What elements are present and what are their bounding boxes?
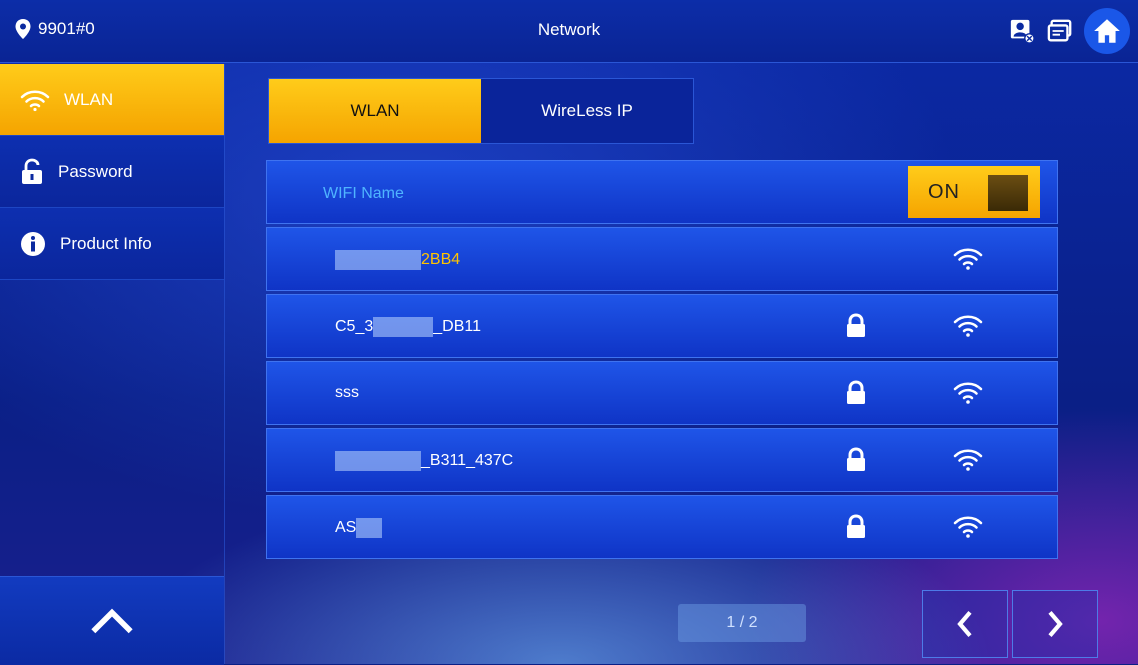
sidebar-item-wlan[interactable]: WLAN [0, 64, 224, 136]
unlock-icon [22, 158, 42, 184]
scroll-up-button[interactable] [0, 576, 224, 665]
wifi-network-row[interactable]: 2BB4 [266, 227, 1058, 291]
network-name: AS [335, 518, 383, 538]
wifi-network-row[interactable]: _B311_437C [266, 428, 1058, 492]
info-icon [21, 231, 45, 256]
wifi-signal-icon [953, 516, 983, 538]
tab-bar: WLAN WireLess IP [268, 78, 694, 144]
tab-wireless-ip[interactable]: WireLess IP [481, 79, 693, 143]
sidebar-item-label: WLAN [64, 89, 114, 109]
page-indicator: 1 / 2 [678, 604, 806, 642]
lock-icon [847, 447, 865, 471]
network-name: sss [335, 384, 359, 401]
network-name: C5_3 _DB11 [335, 317, 481, 337]
wifi-toggle[interactable]: ON [908, 166, 1040, 218]
wifi-signal-icon [953, 248, 983, 270]
redacted-text [335, 451, 421, 471]
next-page-button[interactable] [1012, 590, 1098, 658]
wifi-network-row[interactable]: C5_3 _DB11 [266, 294, 1058, 358]
home-button[interactable] [1084, 8, 1130, 54]
home-icon [1094, 19, 1120, 43]
sidebar-divider [224, 64, 225, 664]
sidebar-item-label: Product Info [60, 233, 152, 253]
top-icons [1008, 8, 1130, 54]
wifi-network-row[interactable]: AS [266, 495, 1058, 559]
redacted-text [373, 317, 434, 337]
wifi-network-row[interactable]: sss [266, 361, 1058, 425]
sidebar-item-password[interactable]: Password [0, 136, 224, 208]
wifi-header-row: WIFI Name ON [266, 160, 1058, 224]
wifi-signal-icon [953, 382, 983, 404]
lock-icon [847, 380, 865, 404]
message-icon[interactable] [1046, 17, 1074, 45]
redacted-text [356, 518, 383, 538]
network-name: _B311_437C [335, 451, 513, 471]
chevron-left-icon [957, 610, 972, 638]
lock-icon [847, 514, 865, 538]
chevron-up-icon [91, 608, 133, 634]
redacted-text [335, 250, 421, 270]
wifi-name-label: WIFI Name [323, 185, 404, 202]
top-bar: 9901#0 Network [0, 0, 1138, 63]
wifi-signal-icon [953, 449, 983, 471]
toggle-label: ON [928, 180, 960, 203]
tab-wlan[interactable]: WLAN [269, 79, 481, 143]
sidebar-item-label: Password [58, 161, 133, 181]
user-status-icon[interactable] [1008, 17, 1036, 45]
wifi-signal-icon [953, 315, 983, 337]
toggle-knob [988, 175, 1028, 211]
network-name: 2BB4 [335, 250, 460, 270]
sidebar-item-product-info[interactable]: Product Info [0, 208, 224, 280]
wifi-icon [20, 89, 50, 111]
lock-icon [847, 313, 865, 337]
prev-page-button[interactable] [922, 590, 1008, 658]
sidebar: WLAN Password Product Info [0, 64, 224, 665]
chevron-right-icon [1048, 610, 1063, 638]
page-title: Network [537, 20, 601, 39]
